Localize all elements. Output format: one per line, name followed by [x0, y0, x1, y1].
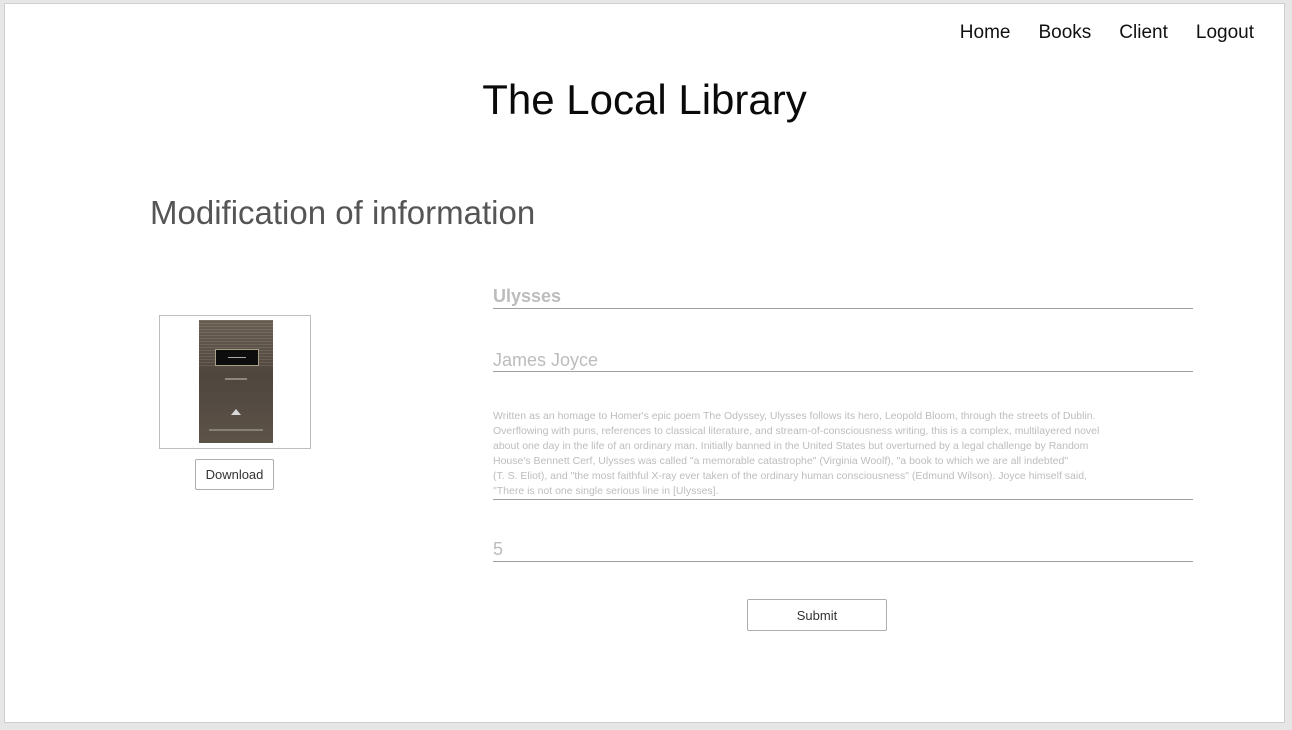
nav-home-link[interactable]: Home: [960, 22, 1011, 44]
nav-client-link[interactable]: Client: [1119, 22, 1168, 44]
description-line: House's Bennett Cerf, Ulysses was called…: [493, 455, 1069, 467]
nav-logout-link[interactable]: Logout: [1196, 22, 1254, 44]
top-nav: Home Books Client Logout: [960, 22, 1254, 44]
description-line: about one day in the life of an ordinary…: [493, 440, 1089, 452]
book-cover-frame: [159, 315, 311, 449]
book-cover-image: [199, 320, 273, 443]
book-author-field[interactable]: James Joyce: [493, 348, 1193, 372]
site-title: The Local Library: [482, 76, 807, 123]
description-line: Written as an homage to Homer's epic poe…: [493, 410, 1096, 422]
page-heading: Modification of information: [150, 194, 536, 231]
description-line: "There is not one single serious line in…: [493, 485, 719, 497]
nav-books-link[interactable]: Books: [1038, 22, 1091, 44]
book-title-field[interactable]: Ulysses: [493, 284, 1193, 309]
book-description-field[interactable]: Written as an homage to Homer's epic poe…: [493, 409, 1193, 500]
browser-window: Home Books Client Logout The Local Libra…: [4, 3, 1285, 723]
download-button[interactable]: Download: [195, 459, 274, 490]
description-line: Overflowing with puns, references to cla…: [493, 425, 1100, 437]
book-quantity-field[interactable]: 5: [493, 537, 1193, 562]
description-line: (T. S. Eliot), and "the most faithful X-…: [493, 470, 1087, 482]
submit-button[interactable]: Submit: [747, 599, 887, 631]
